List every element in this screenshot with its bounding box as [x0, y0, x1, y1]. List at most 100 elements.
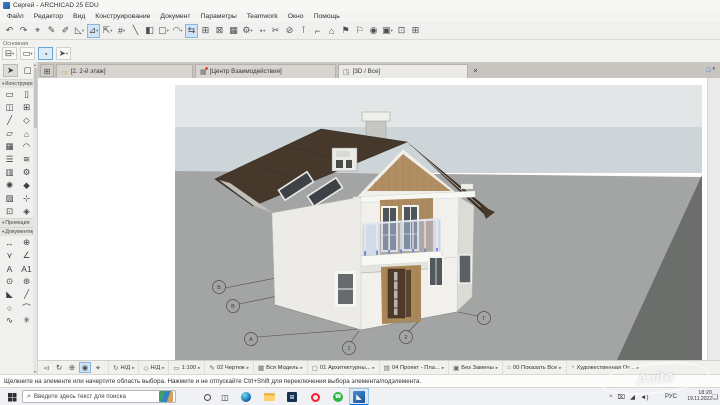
- dropdown-caret[interactable]: ▾: [263, 28, 265, 34]
- taskbar-search[interactable]: ⌕ Введите здесь текст для поиска: [22, 390, 176, 403]
- floor-plan-cut-plane-selector[interactable]: ↻ Н/Д ▸: [108, 361, 138, 374]
- inject-parameters-icon[interactable]: ✎: [45, 24, 58, 38]
- menu-window[interactable]: Окно: [283, 11, 309, 22]
- hatch-tool[interactable]: ◣: [1, 288, 18, 301]
- dropdown-caret[interactable]: ▸: [637, 365, 639, 371]
- close-tab-button[interactable]: ×: [470, 65, 481, 76]
- hidden-icons-chevron[interactable]: ^: [609, 394, 612, 401]
- dropdown-caret[interactable]: ▾: [110, 28, 112, 34]
- favorites-pen-icon[interactable]: ✐: [59, 24, 72, 38]
- layers-icon[interactable]: ⊡: [395, 24, 408, 38]
- renovation-filter-selector[interactable]: ⌂ 00 Показать Все ▸: [502, 361, 566, 374]
- dropdown-caret[interactable]: ▾: [12, 51, 14, 57]
- marquee-icon[interactable]: ▢ ▾: [157, 24, 170, 38]
- 3d-style-selector[interactable]: ◔ Художественная Ок... ▸: [565, 361, 643, 374]
- home-story-icon[interactable]: ⌂: [325, 24, 338, 38]
- taskbar-opera[interactable]: [305, 388, 325, 405]
- right-wall-window[interactable]: [458, 254, 472, 284]
- orbit-icon[interactable]: ◔: [38, 47, 53, 60]
- dropdown-caret[interactable]: ▸: [442, 365, 444, 371]
- wall-tool[interactable]: ▭: [1, 88, 18, 101]
- dropdown-caret[interactable]: ▾: [167, 28, 169, 34]
- worksheet-icon[interactable]: ▦: [227, 24, 240, 38]
- zone-tool[interactable]: ▨: [1, 192, 18, 205]
- explore-model-icon[interactable]: ◉: [79, 362, 91, 373]
- front-right-window[interactable]: [428, 256, 444, 287]
- scroll-up-icon[interactable]: ▴: [33, 62, 37, 67]
- camera-icon[interactable]: ◉: [367, 24, 380, 38]
- change-manager-icon[interactable]: ▣ ▾: [381, 24, 394, 38]
- adjust-icon[interactable]: ⊺: [297, 24, 310, 38]
- fillet-icon[interactable]: ⌐: [311, 24, 324, 38]
- detail-icon[interactable]: ⊠: [213, 24, 226, 38]
- title-bar[interactable]: Сергей - ARCHICAD 25 EDU: [0, 0, 720, 11]
- dropdown-caret[interactable]: ▾: [66, 51, 68, 57]
- marquee-mode-icon[interactable]: ▭ ▾: [20, 47, 35, 60]
- graphic-override-selector[interactable]: ▣ Без Замены ▸: [448, 361, 502, 374]
- zoom-in-icon[interactable]: ⊕: [66, 362, 78, 373]
- dropdown-caret[interactable]: ▸: [496, 365, 498, 371]
- dropdown-caret[interactable]: ▸: [300, 365, 302, 371]
- 3d-style-button[interactable]: ⌂ ▾: [706, 64, 715, 74]
- chimney-cap[interactable]: [361, 111, 391, 122]
- taskbar-clock[interactable]: 18:20 19.11.2022: [678, 388, 712, 405]
- toggle-2d-3d-icon[interactable]: ⇆: [185, 23, 198, 38]
- grid-snap-icon[interactable]: # ▾: [115, 24, 128, 38]
- dropdown-caret[interactable]: ▾: [180, 28, 182, 34]
- tab-3d-all[interactable]: ◳ [3D / Все]: [338, 64, 468, 78]
- layer-combination-selector[interactable]: ▢ 01 Архитектурны... ▸: [306, 361, 379, 374]
- menu-help[interactable]: Помощь: [309, 11, 345, 22]
- dropdown-caret[interactable]: ▾: [96, 28, 98, 34]
- curtain-wall-tool[interactable]: ▥: [1, 166, 18, 179]
- dropdown-caret[interactable]: ▸: [198, 365, 200, 371]
- marker-flag-icon[interactable]: ⚑: [339, 24, 352, 38]
- taskbar-file-explorer[interactable]: [259, 388, 279, 405]
- left-wall-window[interactable]: [335, 271, 356, 307]
- model-view-options-selector[interactable]: ▤ 04 Проект - Пла... ▸: [378, 361, 448, 374]
- toolbox-section-document[interactable]: ▾Документиров: [0, 227, 37, 236]
- pen-set-selector[interactable]: ✎ 02 Чертеж ▸: [204, 361, 253, 374]
- schedule-icon[interactable]: ◔ ▾: [255, 24, 268, 38]
- partial-structure-selector[interactable]: ▦ Вся Модель ▸: [252, 361, 307, 374]
- dropdown-caret[interactable]: ▸: [247, 365, 249, 371]
- dropdown-caret[interactable]: ▸: [162, 365, 164, 371]
- arrow-tool-icon[interactable]: ◺ ▾: [73, 24, 86, 38]
- right-wall[interactable]: [456, 196, 475, 312]
- toolbox-section-projection[interactable]: ▾Проекция: [0, 218, 37, 227]
- undo-icon[interactable]: ↶: [3, 24, 16, 38]
- dropdown-caret[interactable]: ▸: [132, 365, 134, 371]
- section-icon[interactable]: ⊞: [199, 24, 212, 38]
- cortana-button[interactable]: [200, 388, 214, 405]
- dropdown-caret[interactable]: ▾: [82, 28, 84, 34]
- door-tool[interactable]: ◫: [1, 101, 18, 114]
- redo-icon[interactable]: ↷: [17, 24, 30, 38]
- dimension-tool[interactable]: ↔: [1, 236, 18, 249]
- tab-overview-button[interactable]: ⊞: [40, 64, 54, 77]
- menu-view[interactable]: Вид: [68, 11, 90, 22]
- snap-points-icon[interactable]: ⇱ ▾: [101, 24, 114, 38]
- spline-tool[interactable]: ∿: [1, 314, 18, 327]
- tab-floor-plan[interactable]: ▭ [2. 2-й этаж]: [56, 64, 193, 78]
- notification-center-button[interactable]: ❏: [710, 388, 720, 405]
- snap-guides-icon[interactable]: ⊿ ▾: [87, 23, 100, 38]
- fit-in-window-icon[interactable]: ⌖: [92, 362, 104, 373]
- opening-tool[interactable]: ⊡: [1, 205, 18, 218]
- story-settings-icon[interactable]: ⊟ ▾: [2, 47, 17, 60]
- zone-stamp-tool[interactable]: ⊙: [1, 275, 18, 288]
- stair-tool[interactable]: ☰: [1, 153, 18, 166]
- roof-dormer-vent[interactable]: [331, 147, 358, 172]
- dropdown-caret[interactable]: ▸: [559, 365, 561, 371]
- menu-edit[interactable]: Редактор: [29, 11, 68, 22]
- volume-tray-icon[interactable]: ◄): [640, 394, 649, 401]
- taskbar-edge[interactable]: [236, 388, 256, 405]
- dropdown-caret[interactable]: ▾: [30, 51, 32, 57]
- text-tool[interactable]: A: [1, 262, 18, 275]
- gravity-icon[interactable]: ╲: [129, 24, 142, 38]
- split-icon[interactable]: ⊘: [283, 24, 296, 38]
- scale-selector[interactable]: ▭ 1:100 ▸: [168, 361, 204, 374]
- scrollbar-thumb[interactable]: [33, 68, 37, 128]
- display-tray-icon[interactable]: ⌧: [617, 393, 625, 401]
- network-tray-icon[interactable]: ◢: [630, 393, 635, 401]
- pickup-parameters-icon[interactable]: ⌖: [31, 24, 44, 38]
- dimension-standard-selector[interactable]: ◇ Н/Д ▸: [138, 361, 168, 374]
